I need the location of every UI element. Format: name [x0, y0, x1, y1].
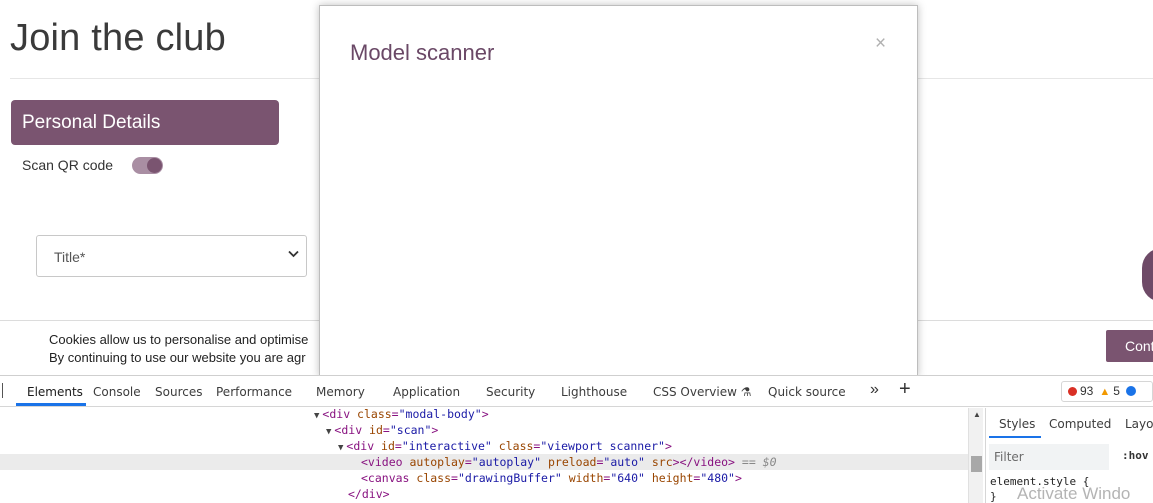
expand-triangle-icon[interactable]: ▼: [338, 443, 343, 453]
toggle-knob: [147, 158, 162, 173]
devtools-tabbar: Elements Console Sources Performance Mem…: [0, 376, 1153, 407]
dock-icon[interactable]: [0, 383, 3, 398]
scroll-up-icon[interactable]: ▲: [973, 410, 981, 419]
expand-triangle-icon[interactable]: ▼: [314, 411, 319, 421]
side-action-button[interactable]: [1142, 248, 1153, 302]
scan-qr-label: Scan QR code: [22, 157, 114, 173]
tab-performance[interactable]: Performance: [216, 385, 292, 399]
tab-memory[interactable]: Memory: [316, 385, 365, 399]
active-tab-indicator: [16, 403, 86, 406]
message-icon: [1125, 386, 1136, 396]
chevron-down-icon: [288, 249, 299, 261]
tab-lighthouse[interactable]: Lighthouse: [561, 385, 627, 399]
close-icon[interactable]: ×: [875, 33, 886, 55]
element-style-close: }: [990, 490, 997, 503]
issues-counter[interactable]: 93 ▲ 5: [1061, 381, 1153, 402]
modal-body: [320, 86, 917, 376]
cookie-text-line-1: Cookies allow us to personalise and opti…: [49, 332, 309, 347]
cookie-text-line-2: By continuing to use our website you are…: [49, 350, 306, 365]
tree-node-canvas[interactable]: <canvas class="drawingBuffer" width="640…: [361, 470, 742, 486]
tree-node-interactive[interactable]: ▼ <div id="interactive" class="viewport s…: [338, 438, 672, 454]
elements-tree[interactable]: ▼ <div class="modal-body"> ▼ <div id="scan…: [0, 408, 984, 503]
scrollbar-thumb[interactable]: [971, 456, 982, 472]
tab-quick-source[interactable]: Quick source: [768, 385, 846, 399]
title-select[interactable]: Title*: [36, 235, 307, 277]
expand-triangle-icon[interactable]: ▼: [326, 427, 331, 437]
tab-application[interactable]: Application: [393, 385, 460, 399]
tab-elements[interactable]: Elements: [27, 385, 83, 399]
tree-node-video[interactable]: <video autoplay="autoplay" preload="auto…: [361, 454, 777, 470]
selected-node-marker: == $0: [741, 455, 777, 469]
warning-icon: ▲: [1099, 386, 1111, 398]
model-scanner-modal: Model scanner ×: [319, 5, 918, 377]
tab-sources[interactable]: Sources: [155, 385, 202, 399]
tab-css-overview-label: CSS Overview: [653, 385, 737, 399]
styles-filter-input[interactable]: Filter: [989, 444, 1109, 470]
cookie-continue-button[interactable]: Cont: [1106, 330, 1153, 362]
styles-tab-indicator: [989, 436, 1041, 438]
warning-count: 5: [1113, 384, 1120, 398]
flask-icon: ⚗: [740, 385, 752, 399]
modal-title: Model scanner: [350, 40, 495, 65]
tab-layout[interactable]: Layou: [1125, 417, 1153, 431]
hov-toggle[interactable]: :hov: [1122, 449, 1149, 462]
elements-scrollbar[interactable]: ▲: [968, 408, 983, 503]
tab-console[interactable]: Console: [93, 385, 141, 399]
more-tabs-icon[interactable]: »: [870, 381, 879, 399]
page-title: Join the club: [10, 17, 226, 59]
tab-css-overview[interactable]: CSS Overview ⚗: [653, 385, 752, 399]
title-select-value: Title*: [54, 249, 86, 265]
tab-styles[interactable]: Styles: [999, 417, 1035, 431]
scan-qr-toggle[interactable]: [132, 157, 163, 174]
tab-security[interactable]: Security: [486, 385, 535, 399]
tree-node-scan[interactable]: ▼ <div id="scan">: [326, 422, 438, 438]
error-count: 93: [1080, 384, 1094, 398]
cookie-text: Cookies allow us to personalise and opti…: [49, 331, 308, 367]
tab-computed[interactable]: Computed: [1049, 417, 1111, 431]
personal-details-header[interactable]: Personal Details: [11, 100, 279, 145]
tree-node-close-div[interactable]: </div>: [348, 486, 390, 502]
devtools-panel: Elements Console Sources Performance Mem…: [0, 375, 1153, 503]
error-icon: [1068, 387, 1077, 396]
tree-node-modal-body[interactable]: ▼ <div class="modal-body">: [314, 408, 489, 422]
activate-windows-watermark: Activate Windo: [1017, 484, 1131, 503]
add-tab-icon[interactable]: +: [899, 378, 911, 401]
